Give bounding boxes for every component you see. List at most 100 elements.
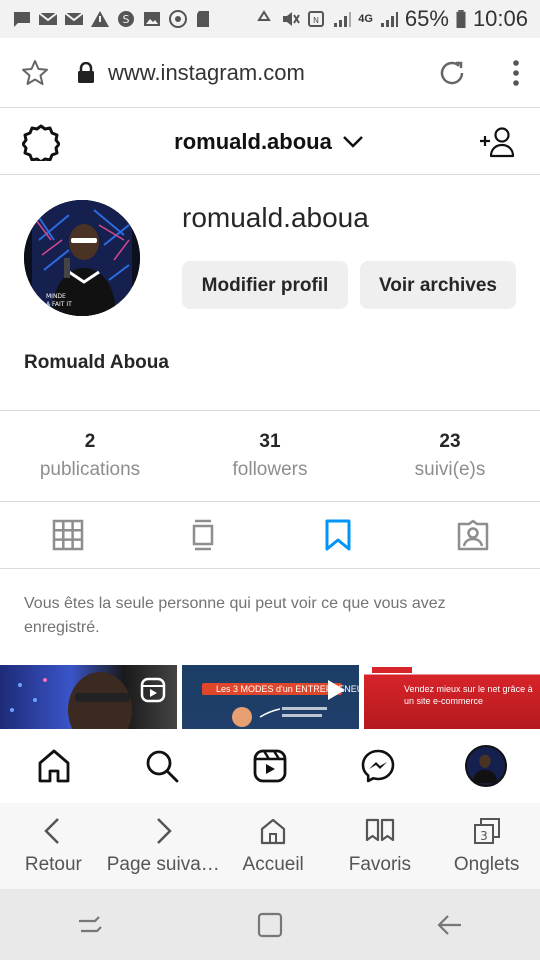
clock: 10:06 [472, 6, 528, 31]
svg-text:A FAIT IT: A FAIT IT [46, 301, 72, 308]
image-icon [144, 12, 160, 26]
star-icon[interactable] [20, 58, 50, 88]
profile-username: romuald.aboua [182, 202, 369, 233]
reels-icon [140, 677, 166, 703]
dollar-icon: S [118, 11, 134, 27]
url-text[interactable]: www.instagram.com [108, 60, 436, 86]
sd-card-icon [197, 11, 209, 27]
nav-search[interactable] [108, 729, 216, 803]
avatar-photo: MINDE A FAIT IT [24, 200, 140, 316]
home-button[interactable]: Accueil [220, 803, 327, 889]
saved-privacy-message: Vous êtes la seule personne qui peut voi… [24, 595, 446, 636]
recents-icon [79, 915, 102, 932]
tabs-label: Onglets [453, 854, 520, 875]
battery-icon [456, 10, 466, 28]
system-icons: N 4G 65% 10:06 [254, 6, 528, 32]
home-system-button[interactable] [180, 889, 360, 960]
profile-avatar-small [465, 745, 507, 787]
chat-icon [14, 12, 30, 27]
ig-header: romuald.aboua [0, 109, 540, 175]
play-icon [328, 680, 345, 700]
nav-home[interactable] [0, 729, 108, 803]
forward-icon [157, 818, 173, 844]
reload-icon[interactable] [436, 57, 468, 89]
ig-bottom-nav [0, 729, 540, 803]
back-button[interactable]: Retour [0, 803, 107, 889]
reels-icon [253, 749, 287, 783]
profile-tabs [0, 502, 540, 569]
back-label: Retour [24, 854, 82, 875]
camera-lens-icon [169, 10, 187, 28]
add-user-icon[interactable] [478, 126, 518, 158]
edit-profile-button[interactable]: Modifier profil [182, 261, 348, 309]
stat-value: 2 [84, 431, 96, 452]
stat-following[interactable]: 23 suivi(e)s [360, 411, 540, 501]
tab-grid[interactable] [0, 502, 135, 568]
settings-icon[interactable] [22, 123, 60, 161]
mail-icon [64, 12, 84, 25]
nav-messenger[interactable] [324, 729, 432, 803]
network-type: 4G [358, 13, 373, 25]
chevron-down-icon [342, 135, 363, 148]
saved-post-thumbnail[interactable]: Vendez mieux sur le net grâce à un site … [364, 665, 540, 729]
status-bar: S N 4G 65% 10:06 [0, 0, 540, 38]
nav-profile[interactable] [432, 729, 540, 803]
messenger-icon [361, 749, 395, 783]
svg-text:N: N [313, 16, 319, 25]
stat-value: 23 [439, 431, 461, 452]
profile-avatar[interactable]: MINDE A FAIT IT [24, 200, 140, 316]
view-archive-button[interactable]: Voir archives [360, 261, 516, 309]
forward-button[interactable]: Page suiva… [107, 803, 220, 889]
lock-icon [78, 61, 94, 83]
svg-text:S: S [123, 13, 130, 26]
bookmarks-button[interactable]: Favoris [327, 803, 434, 889]
more-vert-icon[interactable] [512, 59, 520, 87]
mail-icon [38, 12, 58, 25]
forward-label: Page suiva… [106, 854, 220, 875]
saved-post-thumbnail[interactable] [0, 665, 177, 729]
saved-posts-grid: Les 3 MODES d'un ENTREPRENEUR Vendez mie… [0, 665, 540, 729]
post-caption: Vendez mieux sur le net grâce à un site … [404, 684, 533, 706]
recents-button[interactable] [0, 889, 180, 960]
notification-icons: S [12, 10, 214, 28]
search-icon [146, 750, 179, 783]
tab-tagged[interactable] [405, 502, 540, 568]
signal-icon [334, 12, 352, 27]
profile-full-name: Romuald Aboua [24, 352, 169, 373]
warning-icon [91, 11, 109, 27]
signal-icon [380, 12, 398, 27]
tagged-icon [457, 519, 488, 551]
saved-post-thumbnail[interactable]: Les 3 MODES d'un ENTREPRENEUR [182, 665, 359, 729]
avatar-photo [467, 747, 503, 783]
browser-url-bar: www.instagram.com [0, 38, 540, 108]
stat-label: suivi(e)s [414, 459, 486, 480]
account-switcher[interactable]: romuald.aboua [60, 129, 478, 155]
bookmarks-icon [365, 818, 394, 842]
square-home-icon [257, 912, 283, 937]
back-icon [44, 818, 60, 844]
system-back-button[interactable] [360, 889, 540, 960]
browser-toolbar: Retour Page suiva… Accueil Favoris 3 Ong… [0, 803, 540, 889]
battery-level: 65% [404, 6, 449, 31]
mute-icon [283, 12, 301, 26]
stat-label: followers [232, 459, 308, 480]
header-username: romuald.aboua [174, 128, 332, 154]
home-outline-icon [261, 818, 286, 845]
tab-feed[interactable] [135, 502, 270, 568]
stat-followers[interactable]: 31 followers [180, 411, 360, 501]
system-nav-bar [0, 889, 540, 960]
tabs-icon: 3 [473, 818, 500, 844]
stat-value: 31 [259, 431, 281, 452]
stat-publications[interactable]: 2 publications [0, 411, 180, 501]
bookmarks-label: Favoris [348, 854, 412, 875]
bookmark-icon [325, 519, 350, 551]
profile-stats: 2 publications 31 followers 23 suivi(e)s [0, 410, 540, 502]
nav-reels[interactable] [216, 729, 324, 803]
stat-label: publications [39, 459, 141, 480]
nfc-icon: N [308, 11, 325, 27]
svg-text:MINDE: MINDE [46, 293, 66, 300]
recycle-icon [257, 10, 272, 21]
tabs-button[interactable]: 3 Onglets [433, 803, 540, 889]
feed-icon [192, 519, 213, 551]
tab-saved[interactable] [270, 502, 405, 568]
